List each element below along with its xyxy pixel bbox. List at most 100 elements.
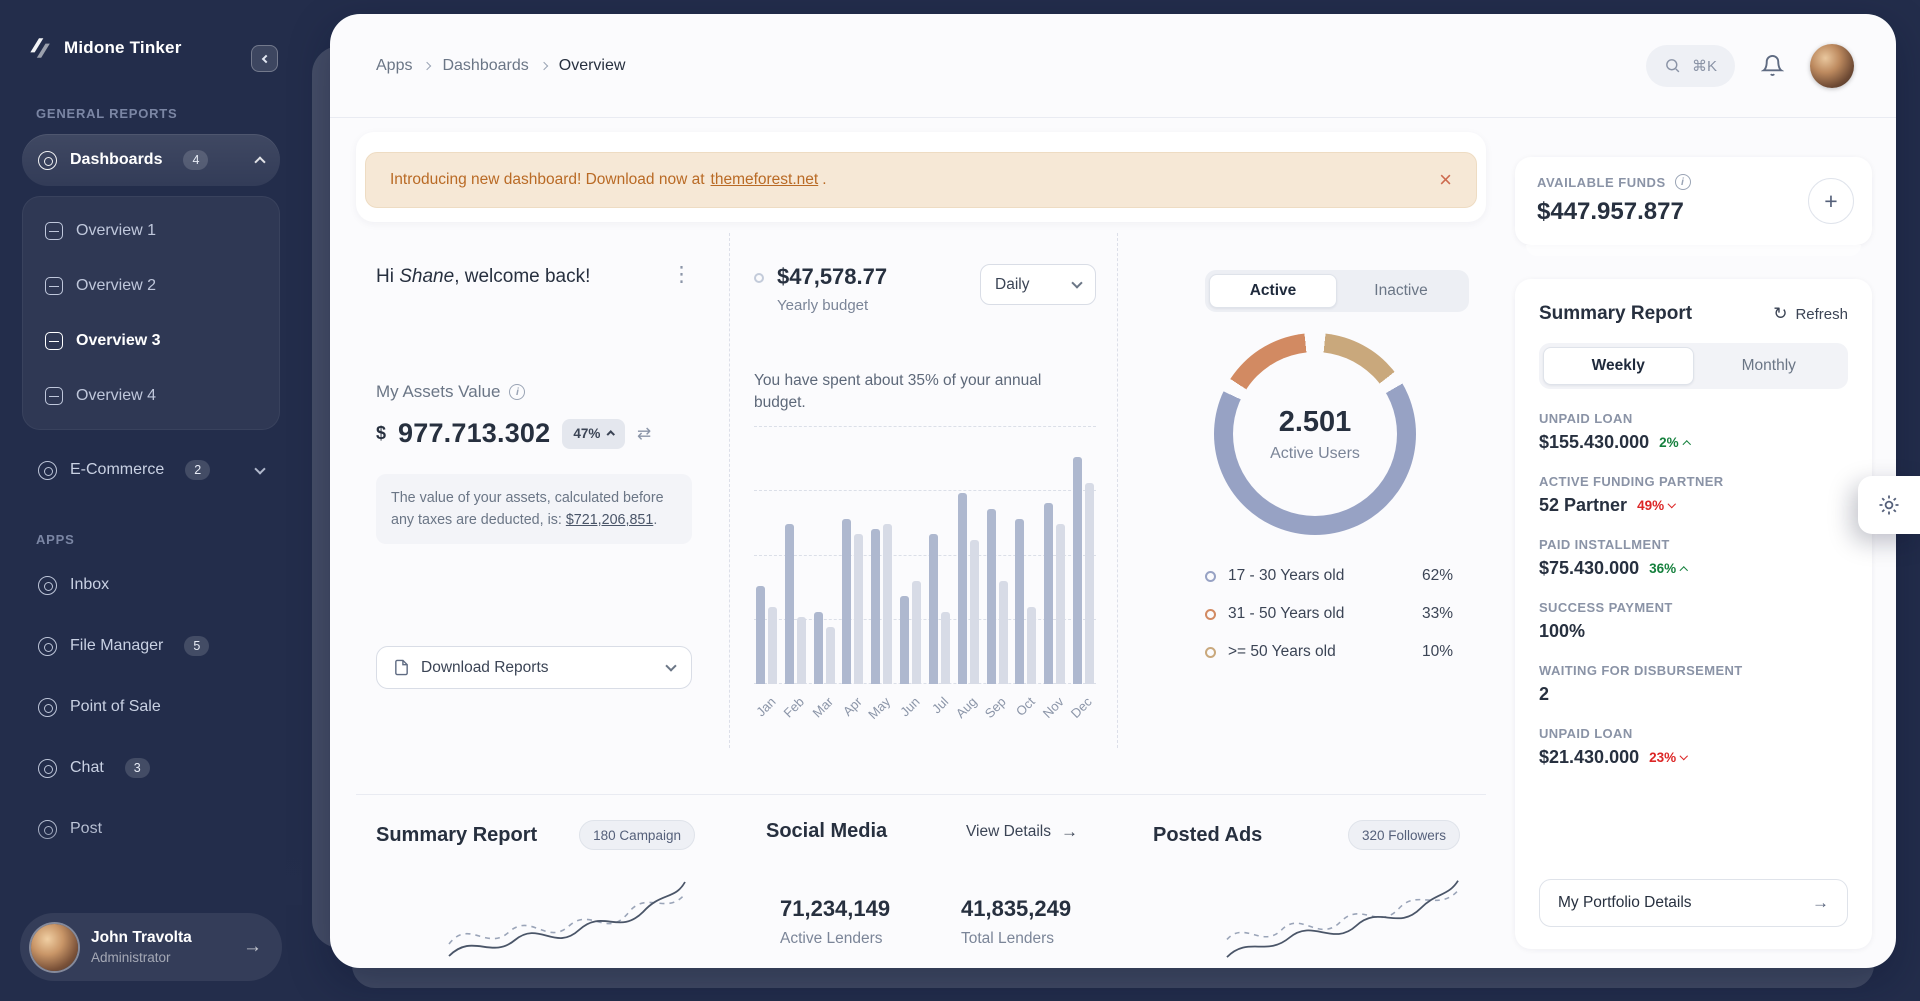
- bar-group-oct: Oct: [1015, 519, 1036, 684]
- social-stat: 71,234,149Active Lenders: [780, 896, 935, 948]
- month-label: Sep: [982, 694, 1009, 721]
- user-role: Administrator: [91, 950, 192, 965]
- add-funds-button[interactable]: +: [1808, 178, 1854, 224]
- bar-group-sep: Sep: [987, 509, 1008, 684]
- sidebar-item-label: Dashboards: [70, 151, 162, 169]
- stat-value-row: 100%: [1539, 621, 1848, 642]
- info-icon: i: [1675, 174, 1691, 190]
- ads-line-chart: [1225, 860, 1460, 968]
- sidebar-subitem-label: Overview 3: [76, 332, 161, 350]
- kebab-menu-icon[interactable]: ⋮: [671, 266, 692, 285]
- portfolio-details-button[interactable]: My Portfolio Details →: [1539, 879, 1848, 927]
- refresh-button[interactable]: ↻ Refresh: [1773, 304, 1848, 324]
- dashboard-icon: [38, 151, 57, 170]
- legend-item: 31 - 50 Years old33%: [1205, 602, 1453, 626]
- legend-dot: [1205, 647, 1216, 658]
- sidebar-item-dashboards[interactable]: Dashboards 4: [22, 134, 280, 186]
- available-funds-card: AVAILABLE FUNDS i $447.957.877 +: [1515, 157, 1872, 245]
- banner-link[interactable]: themeforest.net: [711, 171, 819, 189]
- report-icon: [45, 222, 63, 240]
- breadcrumb-item-overview[interactable]: Overview: [559, 57, 626, 75]
- report-stat-active-funding-partner: ACTIVE FUNDING PARTNER52 Partner49%: [1539, 474, 1848, 516]
- assets-delta-badge[interactable]: 47%: [562, 419, 625, 449]
- swap-icon[interactable]: ⇄: [637, 424, 651, 444]
- banner-card: Introducing new dashboard! Download now …: [356, 132, 1486, 222]
- active-users-label: Active Users: [1270, 445, 1360, 463]
- month-label: Oct: [1013, 694, 1038, 719]
- legend-value: 33%: [1422, 605, 1453, 623]
- chevron-left-icon: [262, 54, 270, 62]
- view-details-link[interactable]: View Details →: [966, 822, 1078, 842]
- sidebar-item-post[interactable]: Post: [22, 804, 280, 854]
- legend-dot: [1205, 571, 1216, 582]
- stat-delta: 2%: [1659, 435, 1689, 450]
- legend-label: >= 50 Years old: [1228, 643, 1336, 661]
- tab-inactive[interactable]: Inactive: [1337, 274, 1465, 308]
- breadcrumb-item-dashboards[interactable]: Dashboards: [442, 57, 528, 75]
- user-card[interactable]: John Travolta Administrator →: [20, 913, 282, 981]
- view-details-label: View Details: [966, 823, 1051, 841]
- assets-value: 977.713.302: [398, 418, 550, 449]
- sidebar-item-file-manager[interactable]: File Manager5: [22, 621, 280, 671]
- assets-title-row: My Assets Value i: [376, 382, 525, 402]
- bullet-icon: [754, 273, 764, 283]
- greeting-name: Shane: [399, 266, 454, 287]
- budget-label: Yearly budget: [777, 297, 887, 314]
- brand[interactable]: Midone Tinker: [22, 26, 280, 70]
- bar-group-may: May: [871, 524, 892, 684]
- sidebar-subitem-overview-4[interactable]: Overview 4: [31, 368, 271, 423]
- chevron-down-icon: [665, 660, 676, 671]
- tab-weekly[interactable]: Weekly: [1543, 347, 1694, 385]
- stat-value: 41,835,249: [961, 896, 1116, 922]
- chevron-down-icon: [1680, 752, 1688, 760]
- stat-label: Total Lenders: [961, 930, 1116, 948]
- sidebar-subitem-overview-2[interactable]: Overview 2: [31, 258, 271, 313]
- tab-active[interactable]: Active: [1209, 274, 1337, 308]
- donut-center: 2.501 Active Users: [1214, 333, 1416, 535]
- sidebar-item-e-commerce[interactable]: E-Commerce 2: [22, 444, 280, 496]
- app-root: { "colors": { "navy": "#232d4b", "accent…: [0, 0, 1920, 1001]
- greeting-post: , welcome back!: [454, 266, 590, 287]
- bar: [883, 524, 892, 684]
- post-icon: [38, 820, 57, 839]
- bell-icon[interactable]: [1761, 54, 1784, 77]
- sidebar-subitem-overview-1[interactable]: Overview 1: [31, 203, 271, 258]
- settings-button[interactable]: [1858, 476, 1920, 534]
- sidebar-item-inbox[interactable]: Inbox: [22, 560, 280, 610]
- sidebar-item-label: Point of Sale: [70, 698, 161, 716]
- sidebar-subitem-overview-3[interactable]: Overview 3: [31, 313, 271, 368]
- dashed-divider: [1117, 233, 1118, 748]
- sidebar-item-chat[interactable]: Chat3: [22, 743, 280, 793]
- breadcrumb-item-apps[interactable]: Apps: [376, 57, 412, 75]
- stat-value-row: $75.430.00036%: [1539, 558, 1848, 579]
- sidebar-subitem-label: Overview 2: [76, 277, 156, 295]
- close-icon[interactable]: ×: [1439, 169, 1452, 191]
- search-input[interactable]: ⌘K: [1646, 45, 1735, 87]
- avatar: [31, 924, 78, 971]
- chevron-up-icon: [1682, 441, 1690, 449]
- chat-icon: [38, 759, 57, 778]
- period-select[interactable]: Daily: [980, 264, 1096, 305]
- bar: [929, 534, 938, 684]
- bar: [987, 509, 996, 684]
- arrow-right-icon: →: [1812, 893, 1829, 913]
- profile-avatar[interactable]: [1810, 44, 1854, 88]
- main-card: Apps Dashboards Overview ⌘K Introducing ne…: [330, 14, 1896, 968]
- bar: [842, 519, 851, 684]
- report-card-title: Summary Report: [1539, 303, 1692, 325]
- bars: JanFebMarAprMayJunJulAugSepOctNovDec: [756, 426, 1094, 684]
- budget-bar-chart: JanFebMarAprMayJunJulAugSepOctNovDec: [754, 426, 1096, 726]
- download-reports-button[interactable]: Download Reports: [376, 646, 692, 689]
- bar-group-jun: Jun: [900, 581, 921, 684]
- assets-title: My Assets Value: [376, 382, 500, 402]
- bar-group-dec: Dec: [1073, 457, 1094, 684]
- report-stat-unpaid-loan: UNPAID LOAN$21.430.00023%: [1539, 726, 1848, 768]
- sidebar-item-point-of-sale[interactable]: Point of Sale: [22, 682, 280, 732]
- banner-text: Introducing new dashboard! Download now …: [390, 171, 705, 189]
- document-icon: [393, 659, 410, 676]
- tab-monthly[interactable]: Monthly: [1694, 347, 1845, 385]
- bar: [854, 534, 863, 684]
- summary-line-chart: [447, 860, 687, 968]
- sidebar-collapse-button[interactable]: [251, 45, 278, 72]
- bar: [871, 529, 880, 684]
